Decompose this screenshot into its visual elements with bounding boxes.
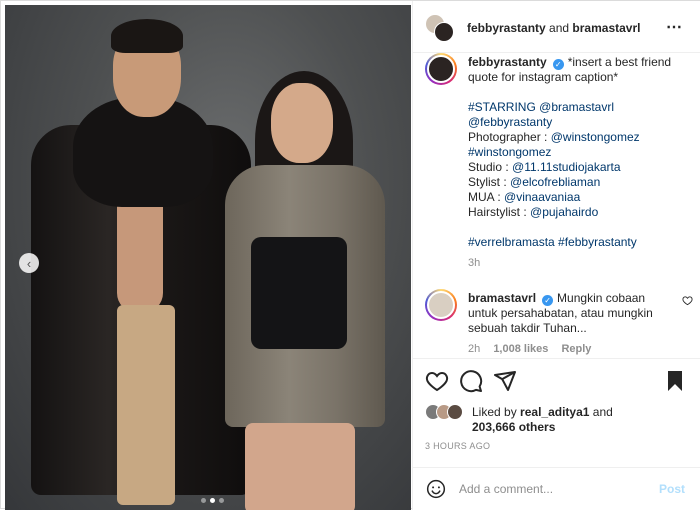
share-paper-plane-icon[interactable] <box>493 369 517 393</box>
avatar[interactable] <box>425 53 457 85</box>
action-bar <box>413 358 700 402</box>
comment-time[interactable]: 2h <box>468 343 480 355</box>
carousel-dot-active <box>210 498 215 503</box>
liked-by-label: Liked by <box>472 405 517 419</box>
carousel-dot <box>201 498 206 503</box>
liker-avatars <box>425 404 469 422</box>
comment-meta: 2h 1,008 likes Reply <box>468 342 678 357</box>
comment-text-line: sebuah takdir Tuhan... <box>468 321 587 335</box>
comment-likes[interactable]: 1,008 likes <box>493 343 548 355</box>
hashtag-link[interactable]: #winstongomez <box>468 145 551 159</box>
reply-button[interactable]: Reply <box>561 343 591 355</box>
credit-label: Hairstylist : <box>468 205 527 219</box>
caption-time[interactable]: 3h <box>468 257 480 269</box>
header-username-2[interactable]: bramastavrl <box>572 21 640 35</box>
man-figure-hair <box>111 19 183 53</box>
post-timestamp[interactable]: 3 HOURS AGO <box>425 441 490 451</box>
post-side-panel: febbyrastanty and bramastavrl ⋯ febbyras… <box>412 1 700 510</box>
likes-summary: Liked by real_aditya1 and 203,666 others <box>425 402 695 438</box>
post-photo[interactable]: ‹ <box>5 5 411 510</box>
header-and: and <box>549 21 570 35</box>
comment-text-line: untuk persahabatan, atau mungkin <box>468 306 653 320</box>
like-heart-icon[interactable] <box>425 369 449 393</box>
comment-like-heart-icon[interactable] <box>682 295 693 309</box>
verified-badge-icon: ✓ <box>552 59 564 70</box>
collab-avatars[interactable] <box>425 14 455 44</box>
mention-link[interactable]: @elcofrebliaman <box>510 175 600 189</box>
post-header: febbyrastanty and bramastavrl ⋯ <box>413 1 700 53</box>
caption-body: febbyrastanty ✓ *insert a best friend quot… <box>468 55 678 271</box>
liker-username[interactable]: real_aditya1 <box>520 405 589 419</box>
caption-meta: 3h <box>468 256 678 271</box>
likes-and: and <box>592 405 613 419</box>
avatar[interactable] <box>425 289 457 321</box>
comment-text-line: Mungkin cobaan <box>557 291 646 305</box>
comment-body: bramastavrl ✓ Mungkin cobaan untuk persaha… <box>468 291 678 357</box>
likes-text[interactable]: Liked by real_aditya1 and 203,666 others <box>472 405 692 435</box>
avatar <box>447 404 463 420</box>
credit-label: Studio : <box>468 160 509 174</box>
carousel-dot <box>219 498 224 503</box>
comment-bubble-icon[interactable] <box>459 369 483 393</box>
more-options-icon[interactable]: ⋯ <box>666 17 683 37</box>
carousel-dots <box>201 498 224 503</box>
comments-list[interactable]: febbyrastanty ✓ *insert a best friend quot… <box>413 53 700 358</box>
mention-link[interactable]: @vinaavaniaa <box>504 190 580 204</box>
post-comment-button[interactable]: Post <box>659 482 685 496</box>
mention-link[interactable]: @pujahairdo <box>530 205 598 219</box>
hashtag-link[interactable]: #verrelbramasta <box>468 235 555 249</box>
comment-input[interactable] <box>459 479 639 499</box>
collab-usernames: febbyrastanty and bramastavrl <box>467 21 640 35</box>
likes-others-count[interactable]: 203,666 others <box>472 420 555 434</box>
carousel-prev-button[interactable]: ‹ <box>19 253 39 273</box>
hashtag-link[interactable]: #STARRING <box>468 100 536 114</box>
mention-link[interactable]: @11.11studiojakarta <box>512 160 620 174</box>
instagram-post: ‹ febbyrastanty and bramastavrl ⋯ febbyr… <box>0 0 700 510</box>
mention-link[interactable]: @bramastavrl <box>539 100 614 114</box>
emoji-icon[interactable] <box>426 479 446 499</box>
man-figure-pants <box>117 305 175 505</box>
woman-figure-corset <box>251 237 347 349</box>
credit-label: MUA : <box>468 190 501 204</box>
caption-text-line: quote for instagram caption* <box>468 70 619 84</box>
verified-badge-icon: ✓ <box>542 295 554 306</box>
comment-username[interactable]: bramastavrl <box>468 291 536 305</box>
saved-bookmark-icon[interactable] <box>663 369 687 393</box>
mention-link[interactable]: @febbyrastanty <box>468 115 552 129</box>
chevron-left-icon: ‹ <box>26 255 32 271</box>
avatar <box>434 22 454 42</box>
credit-label: Stylist : <box>468 175 507 189</box>
credit-label: Photographer : <box>468 130 548 144</box>
add-comment-bar: Post <box>413 467 700 510</box>
woman-figure-head <box>271 83 333 163</box>
caption-text-line: *insert a best friend <box>567 55 672 69</box>
caption-username[interactable]: febbyrastanty <box>468 55 547 69</box>
woman-figure-legs <box>245 423 355 510</box>
header-username-1[interactable]: febbyrastanty <box>467 21 546 35</box>
hashtag-link[interactable]: #febbyrastanty <box>558 235 637 249</box>
mention-link[interactable]: @winstongomez <box>551 130 640 144</box>
